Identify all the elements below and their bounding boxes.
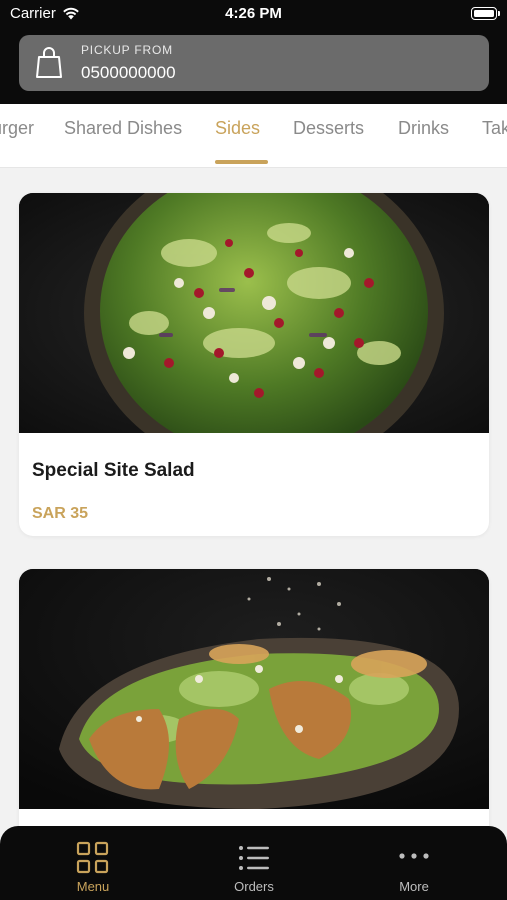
active-tab-indicator bbox=[215, 160, 268, 164]
salad-photo bbox=[19, 193, 489, 433]
status-time: 4:26 PM bbox=[225, 5, 282, 22]
nav-more[interactable]: More bbox=[354, 826, 474, 900]
nav-menu-label: Menu bbox=[76, 879, 110, 894]
more-dots-icon bbox=[399, 853, 429, 859]
pickup-label: PICKUP FROM bbox=[81, 43, 173, 57]
pickup-value: 0500000000 bbox=[81, 63, 176, 82]
menu-item-card[interactable]: Special Site Salad SAR 35 bbox=[19, 193, 489, 536]
tab-desserts[interactable]: Desserts bbox=[293, 118, 364, 139]
grid-icon bbox=[76, 841, 109, 874]
nav-orders-label: Orders bbox=[234, 879, 274, 894]
tab-sides[interactable]: Sides bbox=[215, 118, 260, 139]
nav-orders[interactable]: Orders bbox=[194, 826, 314, 900]
category-tabs: Burger Shared Dishes Sides Desserts Drin… bbox=[0, 104, 507, 168]
app-header: Carrier 4:26 PM PICKUP FROM 0500000000 bbox=[0, 0, 507, 104]
list-icon bbox=[239, 846, 269, 870]
battery-icon bbox=[471, 7, 500, 20]
caesar-salad-photo bbox=[19, 569, 489, 809]
nav-more-label: More bbox=[399, 879, 429, 894]
pickup-selector[interactable]: PICKUP FROM 0500000000 bbox=[19, 35, 489, 91]
tab-shared-dishes[interactable]: Shared Dishes bbox=[64, 118, 182, 139]
tab-take[interactable]: Take bbox=[482, 118, 507, 139]
tab-burger[interactable]: Burger bbox=[0, 118, 34, 139]
menu-item-price: SAR 35 bbox=[32, 505, 89, 522]
menu-item-card[interactable] bbox=[19, 569, 489, 869]
shopping-bag-icon bbox=[36, 47, 62, 78]
bottom-navigation: Menu Orders More bbox=[0, 826, 507, 900]
nav-menu[interactable]: Menu bbox=[33, 826, 153, 900]
menu-item-name: Special Site Salad bbox=[32, 460, 195, 481]
tab-drinks[interactable]: Drinks bbox=[398, 118, 449, 139]
status-bar: Carrier 4:26 PM bbox=[0, 0, 507, 28]
